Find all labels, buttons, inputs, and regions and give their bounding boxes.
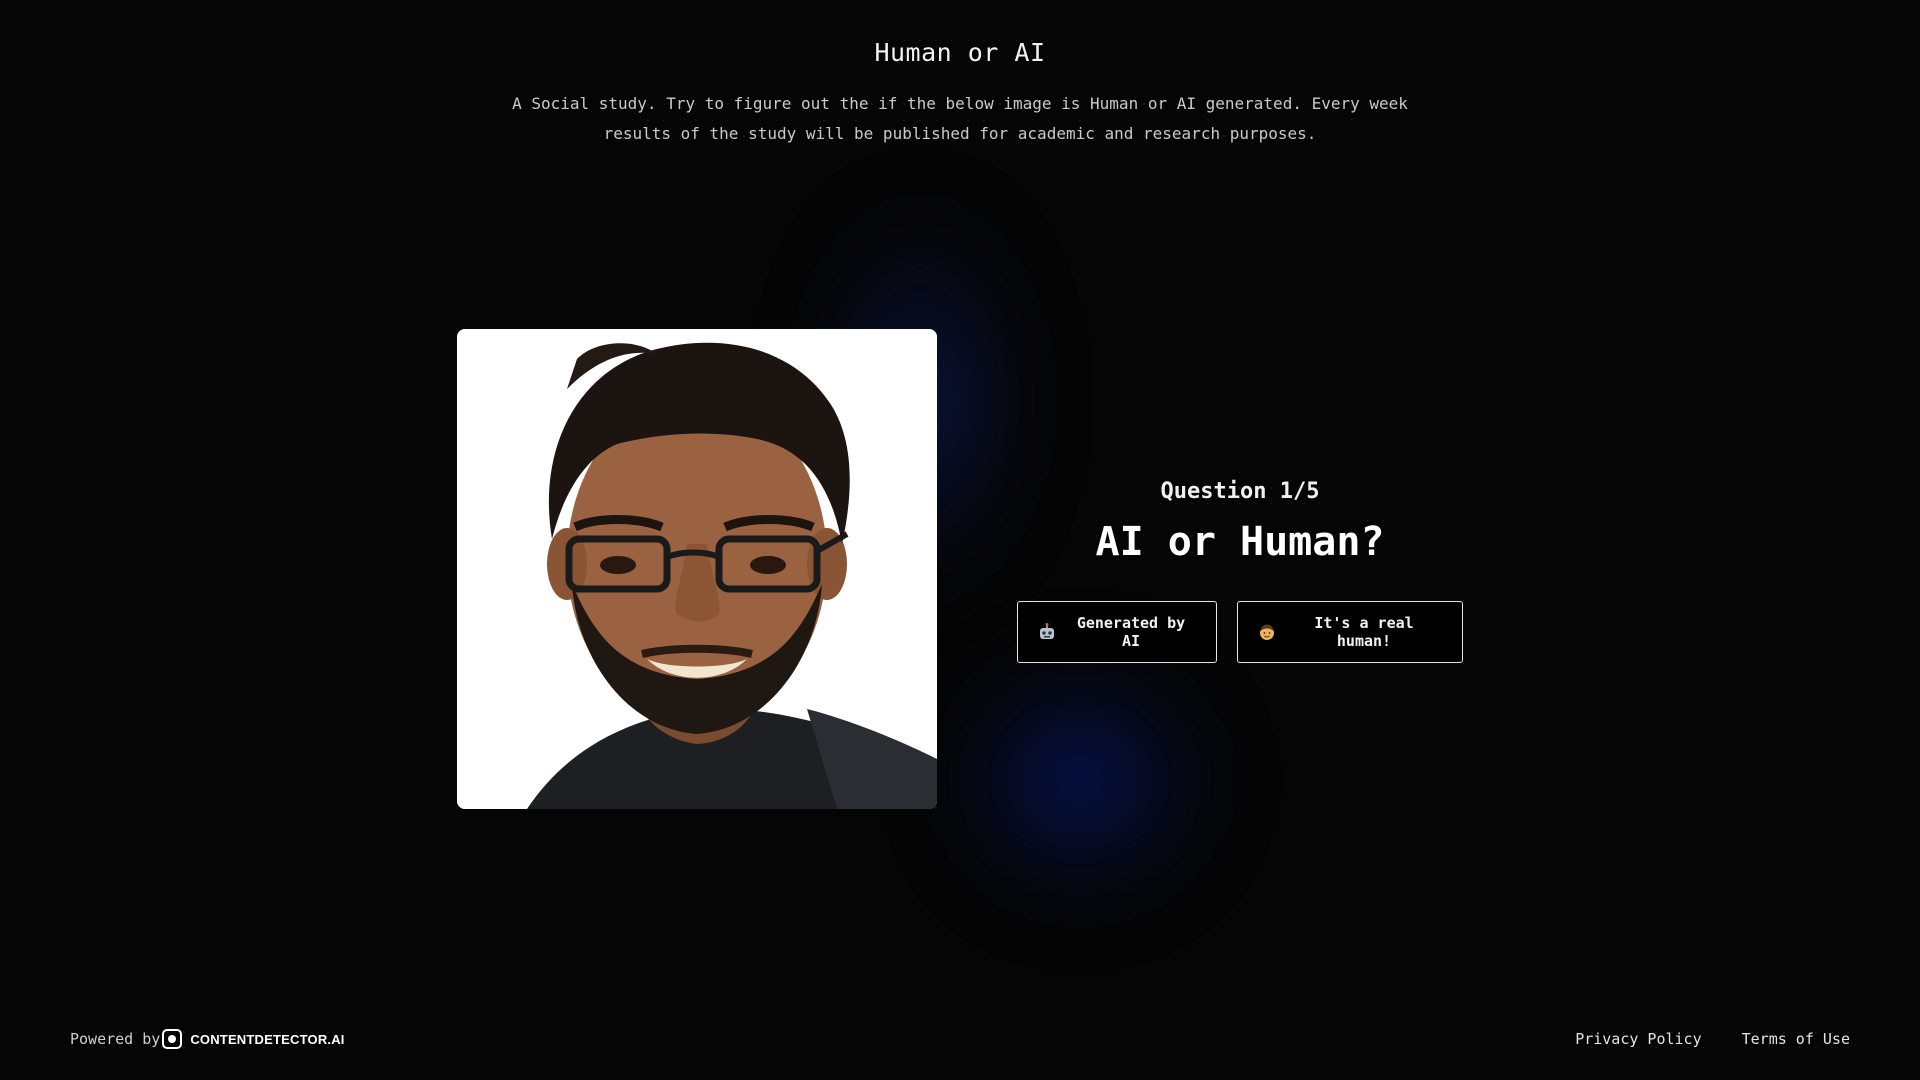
page-title: Human or AI <box>874 38 1046 67</box>
robot-icon <box>1038 623 1056 641</box>
question-title: AI or Human? <box>1095 519 1385 565</box>
background-glow-bottom <box>950 660 1210 900</box>
privacy-policy-link[interactable]: Privacy Policy <box>1575 1030 1701 1048</box>
answer-buttons: Generated by AI It's a real human! <box>1017 601 1463 663</box>
powered-by-label: Powered by <box>70 1030 161 1048</box>
terms-of-use-link[interactable]: Terms of Use <box>1742 1030 1850 1048</box>
quiz-image <box>457 329 937 809</box>
generated-by-ai-label: Generated by AI <box>1076 614 1186 650</box>
brand-name: CONTENTDETECTOR.AI <box>190 1031 345 1047</box>
contentdetector-logo-link[interactable]: CONTENTDETECTOR.AI <box>162 1029 344 1049</box>
quiz-panel: Question 1/5 AI or Human? Generated by A… <box>1000 470 1480 663</box>
portrait-image <box>457 329 937 809</box>
contentdetector-logo-icon <box>162 1029 183 1049</box>
real-human-label: It's a real human! <box>1314 614 1414 650</box>
powered-by: Powered by CONTENTDETECTOR.AI <box>70 1029 345 1049</box>
page: Human or AI A Social study. Try to figur… <box>0 0 1920 1080</box>
footer: Powered by CONTENTDETECTOR.AI Privacy Po… <box>0 1020 1920 1060</box>
man-icon <box>1258 623 1276 641</box>
question-counter: Question 1/5 <box>1160 479 1320 504</box>
page-subtitle: A Social study. Try to figure out the if… <box>512 94 1408 143</box>
footer-links: Privacy Policy Terms of Use <box>1575 1030 1850 1048</box>
real-human-button[interactable]: It's a real human! <box>1237 601 1463 663</box>
generated-by-ai-button[interactable]: Generated by AI <box>1017 601 1217 663</box>
